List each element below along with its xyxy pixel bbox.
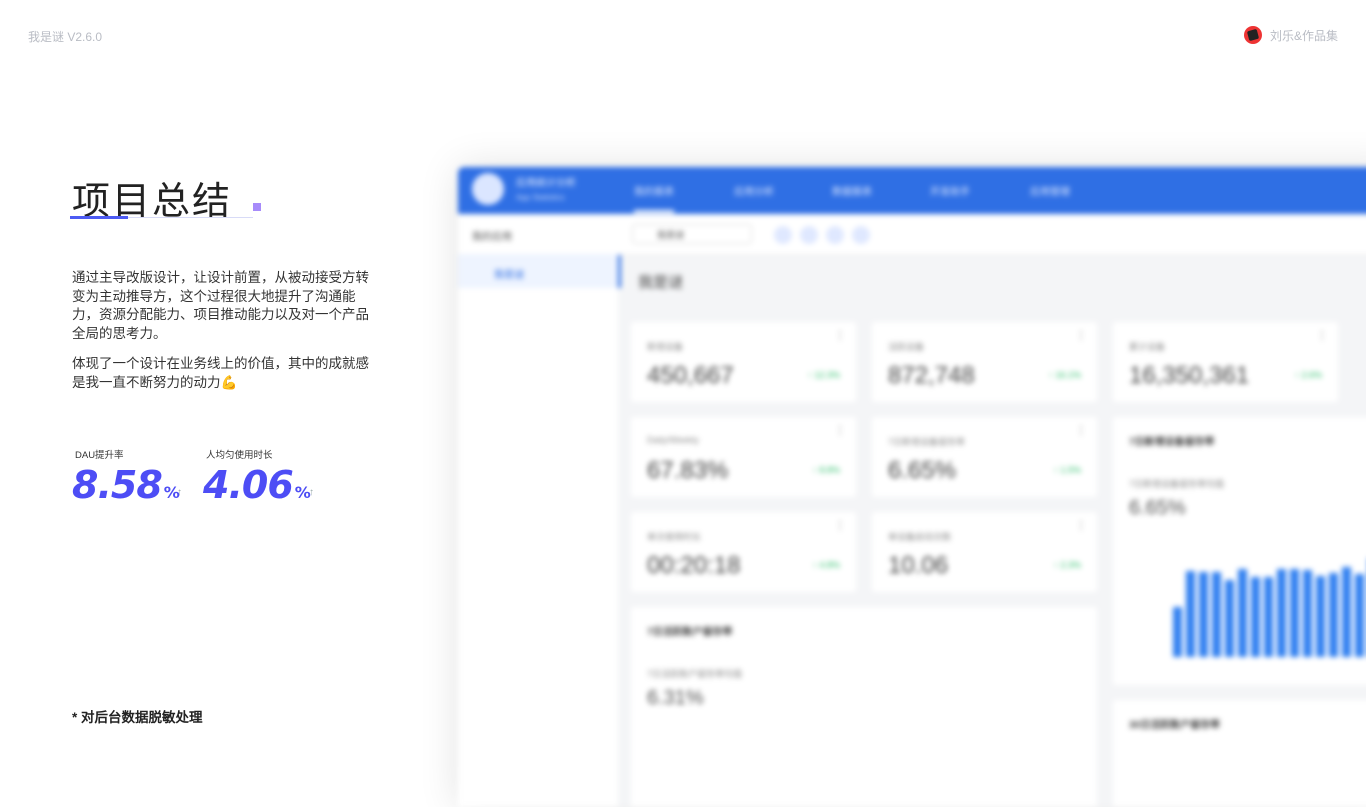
footnote: * 对后台数据脱敏处理 xyxy=(72,710,203,725)
mock-metric-card: 新增设备 450,667 ↑ 12.3% ⋮ xyxy=(631,322,856,402)
mock-toolbar: 我是谜 xyxy=(618,214,1366,255)
mock-bar xyxy=(1264,577,1273,657)
mock-nav-item: 开发助手 xyxy=(930,187,970,198)
mock-app-logo-icon xyxy=(472,173,504,205)
brand-label: 刘乐&作品集 xyxy=(1269,28,1338,43)
stat-value-usage: 4.06% xyxy=(203,463,311,507)
mock-filter-icon xyxy=(826,226,844,244)
mock-sidebar: 我的应用 我是谜 xyxy=(458,214,621,807)
mock-retention-panel-30d: 30日活跃账户留存率 xyxy=(1113,700,1366,807)
mock-filter-icon xyxy=(774,226,792,244)
mock-bar xyxy=(1251,577,1260,657)
mock-sidebar-item: 我是谜 xyxy=(494,270,524,281)
mock-bar xyxy=(1173,607,1182,657)
mock-bar xyxy=(1316,576,1325,657)
brand: 刘乐&作品集 xyxy=(1243,26,1338,44)
mock-nav-item: 数据报表 xyxy=(832,187,872,198)
mock-bar xyxy=(1342,567,1351,657)
mock-nav-item: 应用分析 xyxy=(734,187,774,198)
summary-paragraph-2: 体现了一个设计在业务线上的价值，其中的成就感是我一直不断努力的动力💪 xyxy=(72,356,369,390)
mock-metric-card: Daily/Weekly 67.83% ↑ 8.8% ⋮ xyxy=(631,417,856,497)
mock-app-title: 应用统计分析 App Statistics xyxy=(516,178,576,202)
mock-bar xyxy=(1290,569,1299,657)
mock-metric-card: 活跃设备 872,748 ↑ 16.1% ⋮ xyxy=(872,322,1097,402)
mock-bar xyxy=(1199,572,1208,657)
mock-bar xyxy=(1355,574,1364,657)
trend-up-icon: ↑ xyxy=(177,487,182,498)
dashboard-mockup: 应用统计分析 App Statistics 我的报表 应用分析 数据报表 开发助… xyxy=(458,167,1366,807)
mock-bar-chart xyxy=(1173,547,1366,657)
trend-up-icon: ↑ xyxy=(309,487,314,498)
title-underline-light xyxy=(128,217,253,218)
stat-label-dau: DAU提升率 xyxy=(75,450,124,461)
mock-chart-panel: 7日新增设备留存率 7日新增设备留存率均值 6.65% xyxy=(1113,417,1366,685)
mock-bar xyxy=(1277,569,1286,657)
stat-value-dau: 8.58% xyxy=(72,463,180,507)
mock-bar xyxy=(1212,572,1221,657)
mock-sidebar-active xyxy=(458,254,621,288)
mock-bar xyxy=(1303,570,1312,657)
mock-header: 应用统计分析 App Statistics 我的报表 应用分析 数据报表 开发助… xyxy=(458,167,1366,214)
mock-metric-card: 7日新增设备留存率 6.65% ↑ 1.5% ⋮ xyxy=(872,417,1097,497)
brand-logo-icon xyxy=(1243,26,1262,44)
mock-nav-item: 应用管理 xyxy=(1030,187,1070,198)
version-label: 我是谜 V2.6.0 xyxy=(28,30,103,44)
mock-metric-card: 单次使用时长 00:20:18 ↑ 4.8% ⋮ xyxy=(631,512,856,592)
mock-metric-card: 单设备启动次数 10.06 ↑ 2.3% ⋮ xyxy=(872,512,1097,592)
mock-filter-icon xyxy=(800,226,818,244)
mock-bar xyxy=(1225,580,1234,657)
stat-label-usage: 人均匀使用时长 xyxy=(206,450,273,461)
mock-page-title: 我是谜 xyxy=(638,274,684,291)
mock-filter-icon xyxy=(852,226,870,244)
title-accent-square xyxy=(253,203,261,211)
title-underline xyxy=(70,216,128,219)
mock-bar xyxy=(1186,571,1195,657)
mock-bar xyxy=(1329,573,1338,657)
mock-sidebar-header: 我的应用 xyxy=(472,232,512,243)
mock-retention-panel: 7日活跃账户留存率 7日活跃账户留存率均值 6.31% xyxy=(631,607,1097,807)
summary-paragraph-1: 通过主导改版设计，让设计前置，从被动接受方转变为主动推导方，这个过程很大地提升了… xyxy=(72,270,369,341)
mock-bar xyxy=(1238,569,1247,657)
mock-metric-card: 累计设备 16,350,361 ↑ 2.6% ⋮ xyxy=(1113,322,1338,402)
mock-nav-item: 我的报表 xyxy=(634,183,674,213)
mock-app-select: 我是谜 xyxy=(632,224,752,244)
